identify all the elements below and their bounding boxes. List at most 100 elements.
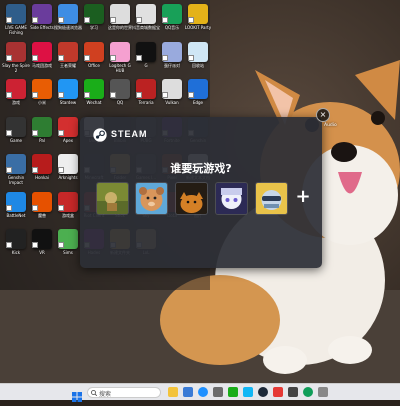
desktop-icon[interactable]: Side Effects	[30, 4, 54, 30]
desktop-icon[interactable]: Edge	[186, 79, 210, 105]
desktop-icon[interactable]: Genshin Impact	[4, 154, 28, 185]
desktop-icon-label: G	[144, 62, 148, 68]
desktop-icon[interactable]: Kick	[4, 229, 28, 255]
desktop-icon-label: QQ	[116, 100, 124, 105]
shortcut-arrow-icon	[84, 17, 90, 23]
desktop-icon[interactable]: Pal	[30, 116, 54, 143]
desktop-icon-label: Stardew	[59, 100, 77, 105]
taskview-icon[interactable]	[183, 387, 193, 397]
shortcut-arrow-icon	[188, 92, 194, 98]
shortcut-arrow-icon	[6, 17, 12, 23]
desktop-icon[interactable]: Wechat	[82, 79, 106, 105]
shortcut-arrow-icon	[6, 92, 12, 98]
shortcut-arrow-icon	[162, 54, 168, 61]
desktop-icon-label: 搜狗极速浏览器	[54, 25, 82, 30]
shortcut-arrow-icon	[6, 54, 12, 61]
desktop-icon-label: Pal	[39, 137, 45, 143]
app-icon-1[interactable]	[213, 387, 223, 397]
qq-icon[interactable]	[243, 387, 253, 397]
desktop-icon[interactable]: BattleNet	[4, 191, 28, 218]
desktop-icon[interactable]: LIVE GAME Fishing	[4, 4, 28, 35]
desktop-icon[interactable]: Vulkan	[160, 79, 184, 105]
desktop-icon[interactable]: Logitech G HUB	[108, 41, 132, 73]
desktop-icon[interactable]: Stardew	[56, 79, 80, 105]
app-icon-4[interactable]	[303, 387, 313, 397]
user-avatar-5[interactable]	[256, 183, 287, 214]
desktop-icon-label: Kick	[11, 250, 21, 255]
desktop-icon-label: 抖音商城数据宝	[132, 25, 160, 30]
desktop-icon[interactable]: G	[134, 41, 158, 68]
search-placeholder: 搜索	[99, 391, 112, 398]
desktop-icon[interactable]: Honkai	[30, 154, 54, 180]
desktop-icon-label: Wechat	[86, 100, 102, 105]
desktop-icon[interactable]: VR	[30, 229, 54, 255]
desktop-icon[interactable]: Office	[82, 41, 106, 68]
shortcut-arrow-icon	[136, 92, 142, 98]
desktop-icon-label: LOOKIT Party	[184, 25, 212, 30]
desktop-icon[interactable]: Slay the Spire 2	[2, 41, 30, 73]
desktop-icon[interactable]: QQ音乐	[160, 4, 184, 30]
desktop-icon-label: Logitech G HUB	[109, 62, 131, 73]
desktop-icon[interactable]: 马戏团游戏	[30, 41, 54, 68]
desktop-icon-label: 学习	[90, 25, 98, 30]
desktop-icon-label: 游戏盒	[62, 212, 74, 218]
shortcut-arrow-icon	[6, 167, 12, 173]
avatar-1-image	[97, 183, 128, 214]
avatar-4-image	[216, 183, 247, 214]
add-user-button[interactable]: +	[294, 188, 312, 206]
desktop-icon[interactable]: Game	[4, 116, 28, 143]
steam-brand: STEAM	[111, 129, 148, 139]
desktop-icon[interactable]: Terraria	[134, 79, 158, 105]
user-avatar-2[interactable]	[136, 183, 167, 214]
shortcut-arrow-icon	[58, 54, 64, 61]
desktop-icon[interactable]: 回收站	[186, 41, 210, 68]
desktop-icon[interactable]: Arknights	[56, 154, 80, 180]
shortcut-arrow-icon	[32, 129, 38, 136]
desktop-icon[interactable]: 这是你的世界	[108, 4, 132, 30]
app-icon-5[interactable]	[318, 387, 328, 397]
edge-icon[interactable]	[198, 387, 208, 397]
desktop-icon[interactable]: Sims	[56, 229, 80, 255]
desktop-icon-label: Arknights	[58, 175, 78, 180]
desktop-icon[interactable]: Apex	[56, 116, 80, 143]
shortcut-arrow-icon	[58, 92, 64, 98]
desktop-icon-label: LIVE GAME Fishing	[5, 25, 27, 35]
desktop-icon-label: Genshin Impact	[7, 175, 25, 185]
who-is-playing-title: 谁要玩游戏?	[170, 162, 232, 175]
user-avatar-1[interactable]	[97, 183, 128, 214]
search-icon	[91, 390, 97, 396]
app-icon-2[interactable]	[273, 387, 283, 397]
steam-taskbar-icon[interactable]	[258, 387, 268, 397]
shortcut-arrow-icon	[136, 17, 142, 23]
desktop-icon[interactable]: 抖音商城数据宝	[132, 4, 160, 30]
user-avatar-3[interactable]	[176, 183, 207, 214]
desktop-icon[interactable]: QQ	[108, 79, 132, 105]
avatar-2-image	[136, 183, 167, 214]
desktop-icon-label: Apex	[62, 137, 74, 143]
overlay-close-button[interactable]: ×	[316, 108, 330, 122]
avatar-5-image	[256, 183, 287, 214]
desktop-icon[interactable]: 小米	[30, 79, 54, 105]
desktop-icon[interactable]: 游戏盒	[56, 191, 80, 218]
desktop-icon[interactable]: 蛋仔派对	[160, 41, 184, 68]
desktop-icon[interactable]: 搜狗极速浏览器	[54, 4, 82, 30]
desktop-icon[interactable]: 魔兽	[30, 191, 54, 218]
shortcut-arrow-icon	[58, 17, 64, 23]
file-explorer-icon[interactable]	[168, 387, 178, 397]
shortcut-arrow-icon	[84, 54, 90, 61]
desktop-icon-label: 小米	[38, 100, 46, 105]
windows-logo-icon	[72, 392, 82, 402]
wechat-icon[interactable]	[228, 387, 238, 397]
desktop-icon[interactable]: 游戏	[4, 79, 28, 105]
shortcut-arrow-icon	[162, 92, 168, 98]
taskbar-search-box[interactable]: 搜索	[87, 387, 161, 398]
audio-desktop-label: Audio	[324, 123, 337, 128]
desktop-icon[interactable]: LOOKIT Party	[185, 4, 211, 30]
desktop-icon-label: Vulkan	[165, 100, 179, 105]
desktop-icon[interactable]: 学习	[82, 4, 106, 30]
user-avatar-4[interactable]	[216, 183, 247, 214]
windows-start-icon[interactable]	[72, 387, 82, 402]
steam-logo-icon	[93, 128, 107, 142]
app-icon-3[interactable]	[288, 387, 298, 397]
desktop-icon[interactable]: 王者荣耀	[56, 41, 80, 68]
